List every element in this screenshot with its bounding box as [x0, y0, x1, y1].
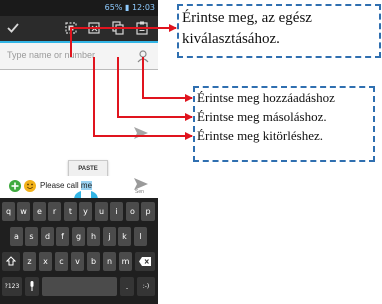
select-all-icon[interactable]	[63, 20, 79, 36]
voice-key[interactable]	[25, 277, 39, 296]
cut-callout-text: Érintse meg kitörléshez.	[197, 128, 323, 143]
recipient-row	[0, 43, 158, 70]
attach-plus-icon[interactable]	[9, 180, 21, 192]
key-f[interactable]: f	[56, 227, 69, 246]
done-check-icon[interactable]	[5, 20, 21, 36]
phone-screenshot: 65% ▮ 12:03 Type name or number PASTE Pl…	[0, 0, 158, 304]
cut-icon[interactable]	[86, 20, 102, 36]
key-w[interactable]: w	[17, 202, 30, 221]
backspace-icon	[139, 257, 151, 266]
key-g[interactable]: g	[72, 227, 85, 246]
key-l[interactable]: l	[134, 227, 147, 246]
status-bar: 65% ▮ 12:03	[0, 0, 158, 16]
key-j[interactable]: j	[103, 227, 116, 246]
paste-icon[interactable]	[134, 20, 150, 36]
key-b[interactable]: b	[87, 252, 100, 271]
action-bar	[0, 16, 158, 43]
actions-callout: Érintse meg hozzáadáshoz Érintse meg más…	[193, 86, 375, 162]
smiley-icon[interactable]	[24, 180, 36, 192]
key-z[interactable]: z	[23, 252, 36, 271]
mode-key[interactable]: ?123	[2, 277, 22, 296]
key-x[interactable]: x	[39, 252, 52, 271]
period-key[interactable]: .	[120, 277, 134, 296]
key-s[interactable]: s	[25, 227, 38, 246]
key-t[interactable]: t	[64, 202, 77, 221]
key-a[interactable]: a	[10, 227, 23, 246]
key-i[interactable]: i	[110, 202, 123, 221]
select-all-callout-line1: Érintse meg, az egész	[182, 10, 312, 26]
key-o[interactable]: o	[126, 202, 139, 221]
key-q[interactable]: q	[2, 202, 15, 221]
selected-text: me	[80, 181, 93, 190]
send-arrow-icon	[134, 127, 148, 139]
key-m[interactable]: m	[119, 252, 132, 271]
key-e[interactable]: e	[33, 202, 46, 221]
add-callout-text: Érintse meg hozzáadáshoz	[197, 90, 335, 105]
key-d[interactable]: d	[41, 227, 54, 246]
compose-bar: Please call me Sen	[0, 176, 158, 200]
microphone-icon	[30, 281, 34, 291]
keyboard: q w e r t y u i o p a s d f g h j k l z …	[0, 198, 158, 304]
key-p[interactable]: p	[141, 202, 155, 221]
copy-callout-text: Érintse meg másoláshoz.	[197, 109, 327, 124]
message-prefix: Please call	[40, 181, 81, 190]
add-contact-icon[interactable]	[136, 49, 150, 63]
send-label: Sen	[135, 189, 144, 195]
backspace-key[interactable]	[135, 252, 155, 271]
shift-arrow-icon	[5, 256, 17, 266]
copy-icon[interactable]	[110, 20, 126, 36]
key-u[interactable]: u	[95, 202, 108, 221]
key-r[interactable]: r	[48, 202, 61, 221]
status-text: 65% ▮ 12:03	[104, 3, 155, 12]
select-all-callout: Érintse meg, az egész kiválasztásához.	[177, 4, 381, 58]
key-v[interactable]: v	[71, 252, 84, 271]
key-c[interactable]: c	[55, 252, 68, 271]
space-key[interactable]	[42, 277, 117, 296]
message-text[interactable]: Please call me	[40, 181, 93, 190]
key-k[interactable]: k	[118, 227, 131, 246]
recipient-input[interactable]	[7, 46, 125, 64]
smiley-key[interactable]: :-)	[137, 277, 155, 296]
key-n[interactable]: n	[103, 252, 116, 271]
key-y[interactable]: y	[79, 202, 92, 221]
shift-key[interactable]	[2, 252, 20, 271]
select-all-callout-line2: kiválasztásához.	[182, 31, 280, 47]
key-h[interactable]: h	[87, 227, 100, 246]
